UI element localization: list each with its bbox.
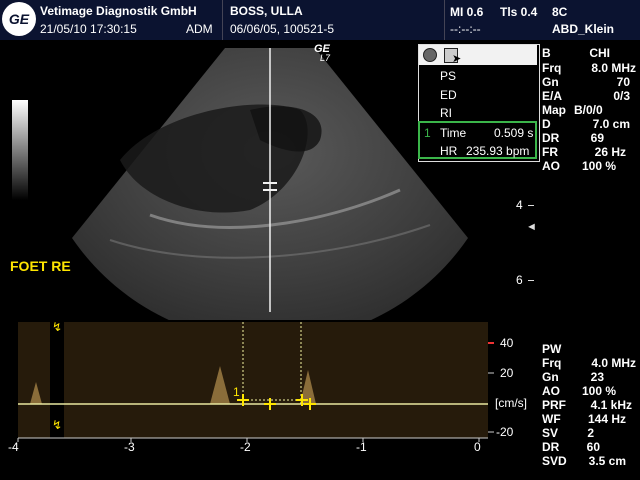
param-label: WF xyxy=(542,412,561,426)
time-label: Time xyxy=(440,126,467,140)
depth-tick xyxy=(528,280,534,281)
param-value: 4.1 kHz xyxy=(590,398,632,412)
velocity-tick-20: 20 xyxy=(500,366,514,380)
velocity-tick-neg20: -20 xyxy=(496,425,514,439)
heart-rate-label: HR xyxy=(440,144,458,158)
time-tick: 0 xyxy=(474,440,481,454)
patient-id: 06/06/05, 100521-5 xyxy=(230,22,335,36)
depth-tick xyxy=(528,205,534,206)
record-icon[interactable] xyxy=(423,48,437,62)
param-label: Gn xyxy=(542,75,559,89)
param-value: 23 xyxy=(590,370,604,384)
velocity-unit: [cm/s] xyxy=(495,396,527,410)
ecg-trigger-icon: ↯ xyxy=(52,418,63,432)
param-value: 26 Hz xyxy=(594,145,626,159)
param-label: DR xyxy=(542,440,560,454)
param-value: 144 Hz xyxy=(587,412,626,426)
param-label: Map xyxy=(542,103,566,117)
operator-code: ADM xyxy=(186,22,213,36)
param-value: 8.0 MHz xyxy=(591,61,636,75)
mechanical-index: MI 0.6 xyxy=(450,5,484,19)
patient-name: BOSS, ULLA xyxy=(230,4,303,18)
time-tick: -3 xyxy=(124,440,135,454)
param-label: Frq xyxy=(542,356,562,370)
param-value: CHI xyxy=(589,46,610,60)
param-value: 3.5 cm xyxy=(588,454,626,468)
param-value: 2 xyxy=(587,426,594,440)
probe-model: L7 xyxy=(320,53,331,63)
preset-name: ABD_Klein xyxy=(552,22,615,36)
caliper-index: 1 xyxy=(233,385,240,399)
institution-name: Vetimage Diagnostik GmbH xyxy=(40,4,197,18)
depth-label-6: 6 xyxy=(516,273,523,287)
param-label: Gn xyxy=(542,370,559,384)
pointer-cursor-icon: ➤ xyxy=(452,53,462,65)
menu-item-ri[interactable]: RI xyxy=(440,106,452,120)
exam-timer: --:--:-- xyxy=(450,22,481,36)
time-value: 0.509 s xyxy=(494,126,534,140)
param-value: 60 xyxy=(586,440,600,454)
param-value: 69 xyxy=(590,131,604,145)
ecg-trigger-icon: ↯ xyxy=(52,320,63,334)
heart-rate-value: 235.93 bpm xyxy=(466,144,530,158)
menu-item-ps[interactable]: PS xyxy=(440,69,456,83)
param-value: 70 xyxy=(616,75,630,89)
param-value: 4.0 MHz xyxy=(591,356,636,370)
header-divider xyxy=(444,0,445,40)
param-value: B/0/0 xyxy=(574,103,603,117)
param-label: SVD xyxy=(542,454,567,468)
param-label: PW xyxy=(542,342,562,356)
time-tick: -2 xyxy=(240,440,251,454)
header-divider xyxy=(222,0,223,40)
param-label: SV xyxy=(542,426,559,440)
probe-name: 8C xyxy=(552,5,568,19)
time-tick: -1 xyxy=(356,440,367,454)
thermal-index: Tls 0.4 xyxy=(500,5,538,19)
param-label: D xyxy=(542,117,551,131)
param-value: 100 % xyxy=(581,384,616,398)
time-tick: -4 xyxy=(8,440,19,454)
param-value: 100 % xyxy=(581,159,616,173)
exam-datetime: 21/05/10 17:30:15 xyxy=(40,22,137,36)
param-label: Frq xyxy=(542,61,562,75)
menu-item-ed[interactable]: ED xyxy=(440,88,457,102)
param-value: 0/3 xyxy=(613,89,630,103)
param-label: E/A xyxy=(542,89,563,103)
ge-logo: GE xyxy=(2,2,36,36)
depth-label-4: 4 xyxy=(516,198,523,212)
annotation-text[interactable]: FOET RE xyxy=(10,258,71,274)
param-label: DR xyxy=(542,131,560,145)
result-index: 1 xyxy=(424,126,431,140)
param-label: PRF xyxy=(542,398,566,412)
param-label: B xyxy=(542,46,551,60)
param-label: FR xyxy=(542,145,558,159)
velocity-tick-40: 40 xyxy=(500,336,514,350)
focus-marker-icon: ◄ xyxy=(526,221,537,233)
param-value: 7.0 cm xyxy=(592,117,630,131)
